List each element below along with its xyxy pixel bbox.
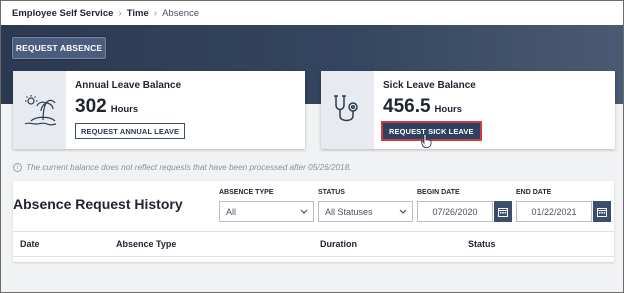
breadcrumb-time[interactable]: Time — [127, 8, 149, 19]
absence-type-value: All — [226, 206, 237, 217]
end-date-calendar-icon[interactable] — [593, 201, 611, 222]
balance-notice: i The current balance does not reflect r… — [13, 163, 351, 172]
stethoscope-icon — [321, 71, 374, 149]
history-table-header: Date Absence Type Duration Status — [13, 231, 614, 257]
hand-pointer-cursor-icon — [421, 133, 432, 153]
chevron-down-icon — [300, 209, 308, 214]
request-absence-button[interactable]: REQUEST ABSENCE — [12, 37, 106, 59]
sick-leave-title: Sick Leave Balance — [383, 80, 476, 91]
breadcrumb: Employee Self Service › Time › Absence — [1, 1, 623, 25]
sick-balance-value: 456.5 — [383, 96, 431, 117]
end-date-label: END DATE — [516, 189, 552, 196]
chevron-right-icon: › — [118, 7, 122, 19]
chevron-down-icon — [399, 209, 407, 214]
app-frame: Employee Self Service › Time › Absence R… — [0, 0, 624, 293]
column-header-absence-type[interactable]: Absence Type — [116, 239, 176, 249]
annual-balance-value: 302 — [75, 96, 107, 117]
status-label: STATUS — [318, 189, 345, 196]
sick-balance-row: 456.5 Hours — [383, 96, 480, 118]
column-header-duration[interactable]: Duration — [320, 239, 357, 249]
sick-leave-card: Sick Leave Balance 456.5 Hours REQUEST S… — [321, 71, 615, 149]
column-header-status[interactable]: Status — [468, 239, 496, 249]
end-date-input[interactable]: 01/22/2021 — [516, 201, 592, 222]
annual-leave-title: Annual Leave Balance — [75, 80, 182, 91]
history-title: Absence Request History — [13, 196, 183, 212]
annual-leave-card: Annual Leave Balance 302 Hours REQUEST A… — [13, 71, 305, 149]
breadcrumb-current: Absence — [162, 7, 200, 19]
annual-balance-unit: Hours — [110, 104, 139, 115]
request-annual-leave-button[interactable]: REQUEST ANNUAL LEAVE — [75, 123, 186, 139]
status-select[interactable]: All Statuses — [318, 201, 413, 222]
column-header-date[interactable]: Date — [20, 239, 40, 249]
annual-balance-row: 302 Hours — [75, 96, 185, 118]
absence-request-history: Absence Request History ABSENCE TYPE All… — [13, 181, 614, 262]
info-icon: i — [13, 163, 22, 172]
begin-date-input[interactable]: 07/26/2020 — [417, 201, 493, 222]
breadcrumb-employee-self-service[interactable]: Employee Self Service — [12, 8, 113, 19]
begin-date-calendar-icon[interactable] — [494, 201, 512, 222]
absence-type-label: ABSENCE TYPE — [219, 189, 274, 196]
absence-type-select[interactable]: All — [219, 201, 314, 222]
status-value: All Statuses — [325, 206, 373, 217]
sick-balance-unit: Hours — [434, 104, 462, 115]
annual-leave-body: Annual Leave Balance 302 Hours REQUEST A… — [66, 71, 186, 149]
begin-date-label: BEGIN DATE — [417, 189, 460, 196]
chevron-right-icon: › — [153, 7, 158, 19]
beach-island-icon — [13, 71, 66, 149]
balance-notice-text: The current balance does not reflect req… — [26, 163, 352, 172]
